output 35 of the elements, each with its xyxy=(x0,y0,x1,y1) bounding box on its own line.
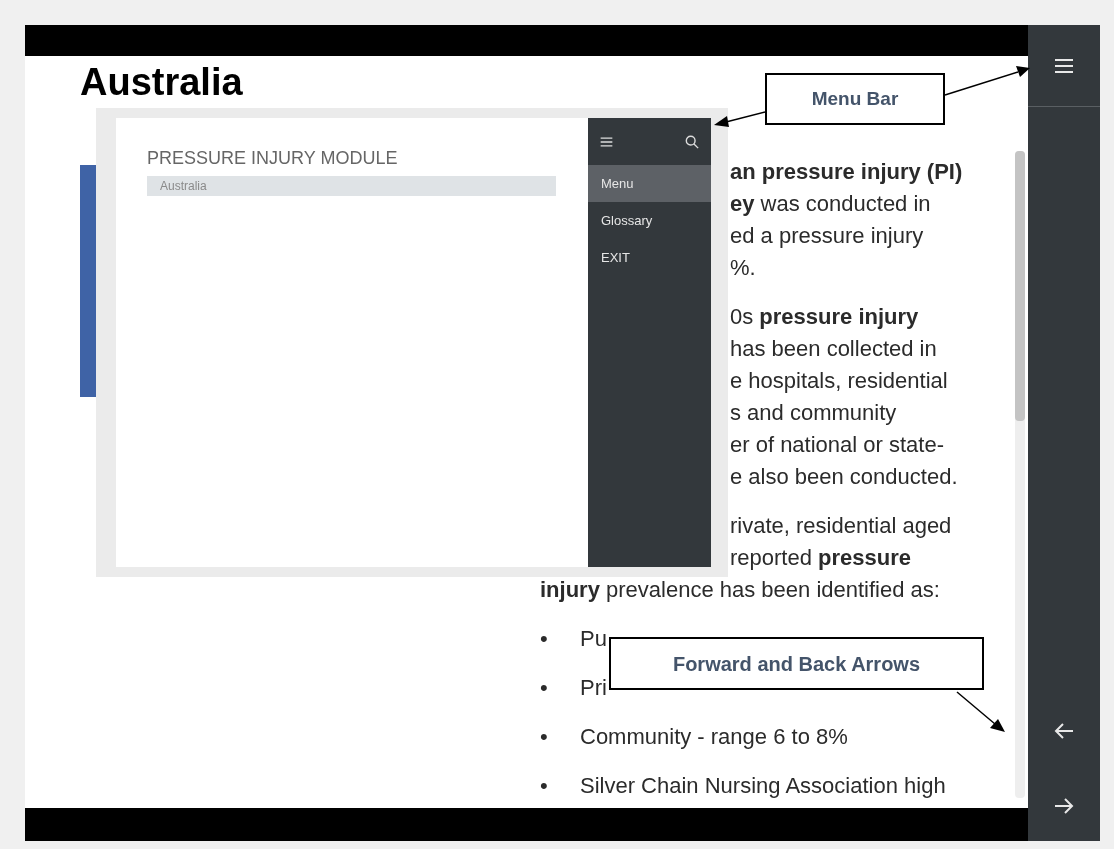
body-text: injury prevalence has been identified as: xyxy=(540,577,940,602)
body-text: an pressure injury (PI) xyxy=(730,159,963,184)
body-text: e hospitals, residential xyxy=(730,368,948,393)
callout-label: Forward and Back Arrows xyxy=(609,637,984,690)
body-text: reported pressure xyxy=(730,545,911,570)
callout-label: Menu Bar xyxy=(765,73,945,125)
menu-item[interactable]: Menu xyxy=(588,165,711,202)
leader-arrow xyxy=(955,690,1007,734)
menu-item[interactable]: EXIT xyxy=(588,239,711,276)
body-text: 0s pressure injury xyxy=(730,304,919,329)
bullet-marker: • xyxy=(540,674,549,702)
bullet-marker: • xyxy=(540,723,549,751)
breadcrumb-bar: Australia xyxy=(147,176,556,196)
body-text: %. xyxy=(730,255,756,280)
body-text: er of national or state- xyxy=(730,432,944,457)
body-text: ey was conducted in xyxy=(730,191,931,216)
menu-icon[interactable] xyxy=(600,135,613,148)
body-text: s and community xyxy=(730,400,897,425)
module-title: PRESSURE INJURY MODULE xyxy=(147,147,399,170)
menu-icon[interactable] xyxy=(1054,56,1074,75)
bullet-marker: • xyxy=(540,772,549,800)
arrow-left-icon xyxy=(1054,722,1074,740)
bullet-text: Community - range 6 to 8% xyxy=(580,723,848,751)
body-text: rivate, residential aged xyxy=(730,513,952,538)
bullet-marker: • xyxy=(540,625,549,653)
menu-item[interactable]: Glossary xyxy=(588,202,711,239)
body-text: e also been conducted. xyxy=(730,464,958,489)
body-text: ed a pressure injury xyxy=(730,223,924,248)
search-icon[interactable] xyxy=(685,134,699,149)
slide-title: Australia xyxy=(80,60,244,105)
bullet-text: Pu xyxy=(580,625,607,653)
bullet-text: Silver Chain Nursing Association high xyxy=(580,772,946,800)
body-text: has been collected in xyxy=(730,336,937,361)
arrow-right-icon xyxy=(1054,797,1074,815)
bullet-text: Pri xyxy=(580,674,607,702)
